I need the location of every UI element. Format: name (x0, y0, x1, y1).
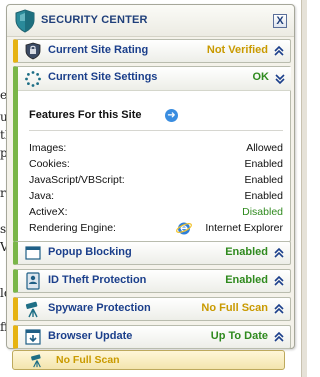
page-scrollbar[interactable] (301, 0, 307, 377)
row-label: Current Site Settings (48, 71, 158, 83)
status-value: Enabled (225, 246, 268, 258)
panel-title: SECURITY CENTER (41, 14, 148, 26)
id-theft-protection-row[interactable]: ID Theft Protection Enabled (13, 269, 291, 293)
feature-row: Images: Allowed (29, 142, 283, 156)
feature-name: Java: (29, 190, 55, 202)
chevron-up-icon[interactable] (273, 246, 285, 260)
download-icon (25, 329, 41, 345)
security-center-panel: SECURITY CENTER X Current Site Rating No… (6, 4, 295, 349)
title-bar: SECURITY CENTER X (7, 5, 294, 37)
telescope-icon (25, 301, 38, 318)
chevron-up-icon[interactable] (273, 302, 285, 316)
telescope-icon (31, 354, 41, 368)
chevron-up-icon[interactable] (273, 330, 285, 344)
chevron-down-icon[interactable] (274, 72, 286, 86)
feature-value: Enabled (244, 174, 283, 186)
feature-value: Disabled (242, 206, 283, 218)
status-value: Not Verified (206, 44, 268, 56)
feature-value: Internet Explorer (205, 222, 283, 234)
feature-name: Images: (29, 142, 67, 154)
feature-row: Cookies: Enabled (29, 158, 283, 172)
feature-row: JavaScript/VBScript: Enabled (29, 174, 283, 188)
feature-name: ActiveX: (29, 206, 68, 218)
row-label: ID Theft Protection (48, 274, 147, 286)
close-button[interactable]: X (273, 14, 287, 28)
feature-row: Rendering Engine: Internet Explorer (29, 222, 283, 236)
browser-update-row[interactable]: Browser Update Up To Date (13, 325, 291, 349)
feature-row: ActiveX: Disabled (29, 206, 283, 220)
feature-value: Allowed (246, 142, 283, 154)
status-value: Enabled (225, 274, 268, 286)
current-site-settings-section: Current Site Settings OK Features For th… (13, 66, 291, 242)
feature-name: Cookies: (29, 158, 70, 170)
status-value: Up To Date (210, 330, 268, 342)
id-card-icon (26, 272, 40, 290)
feature-name: Rendering Engine: (29, 222, 116, 234)
gear-icon (25, 71, 41, 87)
status-value: OK (252, 71, 270, 83)
row-label: Popup Blocking (48, 246, 132, 258)
status-value: No Full Scan (201, 302, 268, 314)
status-bar-button[interactable]: No Full Scan (12, 350, 285, 370)
feature-value: Enabled (244, 190, 283, 202)
shield-icon (15, 9, 35, 33)
arrow-right-icon[interactable]: ➜ (165, 109, 178, 122)
window-block-icon (25, 246, 41, 260)
row-label: Current Site Rating (48, 44, 149, 56)
chevron-up-icon[interactable] (273, 274, 285, 288)
features-title: Features For this Site (29, 109, 142, 121)
current-site-rating-row[interactable]: Current Site Rating Not Verified (13, 39, 291, 63)
status-bar-text: No Full Scan (56, 354, 120, 366)
spyware-protection-row[interactable]: Spyware Protection No Full Scan (13, 297, 291, 321)
divider (29, 130, 283, 131)
shield-lock-icon (25, 42, 41, 60)
row-label: Spyware Protection (48, 302, 151, 314)
feature-value: Enabled (244, 158, 283, 170)
current-site-settings-row[interactable]: Current Site Settings OK (18, 67, 291, 91)
internet-explorer-icon (176, 222, 192, 235)
row-label: Browser Update (48, 330, 133, 342)
popup-blocking-row[interactable]: Popup Blocking Enabled (13, 241, 291, 265)
feature-name: JavaScript/VBScript: (29, 174, 125, 186)
feature-row: Java: Enabled (29, 190, 283, 204)
chevron-up-icon[interactable] (273, 44, 285, 58)
